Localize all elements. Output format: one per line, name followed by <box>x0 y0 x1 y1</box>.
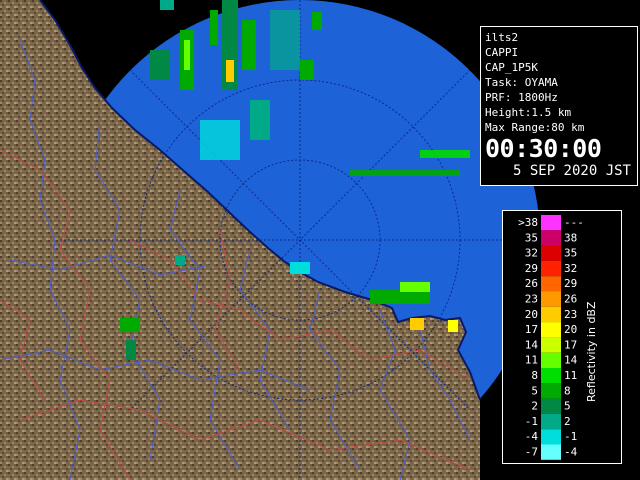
legend-low-label: 5 <box>531 384 538 397</box>
info-height: Height:1.5 km <box>485 106 572 119</box>
info-mode: CAPPI <box>485 46 519 59</box>
legend-swatch <box>541 444 561 460</box>
legend-high-label: -1 <box>564 430 577 443</box>
legend-low-label: 23 <box>525 293 538 306</box>
legend-swatch <box>541 413 561 430</box>
legend-swatch <box>541 429 561 445</box>
time-display: 00:30:00 <box>485 134 602 163</box>
legend-high-label: 38 <box>564 231 577 244</box>
legend-high-label: 26 <box>564 293 577 306</box>
legend-high-label: -4 <box>564 446 578 459</box>
legend-low-label: 26 <box>525 277 538 290</box>
legend-swatch <box>541 398 561 414</box>
legend-swatch <box>541 337 561 353</box>
legend-high-label: 23 <box>564 308 577 321</box>
legend-swatch <box>541 260 561 277</box>
legend-low-label: 35 <box>525 231 538 244</box>
reflectivity-legend: >38 --- 35 38 32 35 29 32 26 29 23 26 20 23 17 20 14 17 11… <box>502 210 622 464</box>
legend-swatch <box>541 245 561 261</box>
info-task: Task: OYAMA <box>485 76 558 89</box>
legend-low-label: 11 <box>525 354 538 367</box>
legend-high-label: 2 <box>564 415 571 428</box>
date-display: 5 SEP 2020 JST <box>512 163 631 179</box>
info-max-range: Max Range:80 km <box>485 121 585 134</box>
legend-high-label: 11 <box>564 369 577 382</box>
legend-swatch <box>541 368 561 384</box>
info-prf: PRF: 1800Hz <box>485 91 558 104</box>
legend-high-label: 20 <box>564 323 577 336</box>
legend-swatch <box>541 306 561 323</box>
info-product: ilts2 <box>485 31 519 44</box>
legend-high-label: 14 <box>564 354 578 367</box>
legend-low-label: 8 <box>531 369 538 382</box>
info-product-code: CAP_1P5K <box>485 61 538 74</box>
legend-high-label: 8 <box>564 384 571 397</box>
legend-high-label: 5 <box>564 400 571 413</box>
legend-high-label: --- <box>564 216 584 229</box>
legend-high-label: 35 <box>564 247 577 260</box>
legend-low-label: -4 <box>525 430 539 443</box>
legend-swatch <box>541 291 561 307</box>
legend-low-label: -1 <box>525 415 538 428</box>
legend-swatch <box>541 383 561 399</box>
legend-low-label: >38 <box>518 216 538 229</box>
legend-low-label: -7 <box>525 446 538 459</box>
legend-scale: >38 --- 35 38 32 35 29 32 26 29 23 26 20 23 17 20 14 17 11… <box>518 215 584 460</box>
legend-low-label: 29 <box>525 262 538 275</box>
legend-swatch <box>541 276 561 292</box>
legend-low-label: 20 <box>525 308 538 321</box>
legend-low-label: 17 <box>525 323 538 336</box>
legend-high-label: 29 <box>564 277 577 290</box>
legend-low-label: 32 <box>525 247 538 260</box>
legend-high-label: 32 <box>564 262 577 275</box>
legend-high-label: 17 <box>564 338 577 351</box>
radar-display: ilts2 CAPPI CAP_1P5K Task: OYAMA PRF: 18… <box>0 0 640 480</box>
legend-swatch <box>541 215 561 231</box>
info-panel: ilts2 CAPPI CAP_1P5K Task: OYAMA PRF: 18… <box>480 26 638 186</box>
legend-low-label: 2 <box>531 400 538 413</box>
legend-swatch <box>541 230 561 246</box>
legend-swatch <box>541 322 561 338</box>
legend-low-label: 14 <box>525 338 539 351</box>
legend-title: Reflectivity in dBZ <box>585 301 598 402</box>
legend-swatch <box>541 352 561 368</box>
